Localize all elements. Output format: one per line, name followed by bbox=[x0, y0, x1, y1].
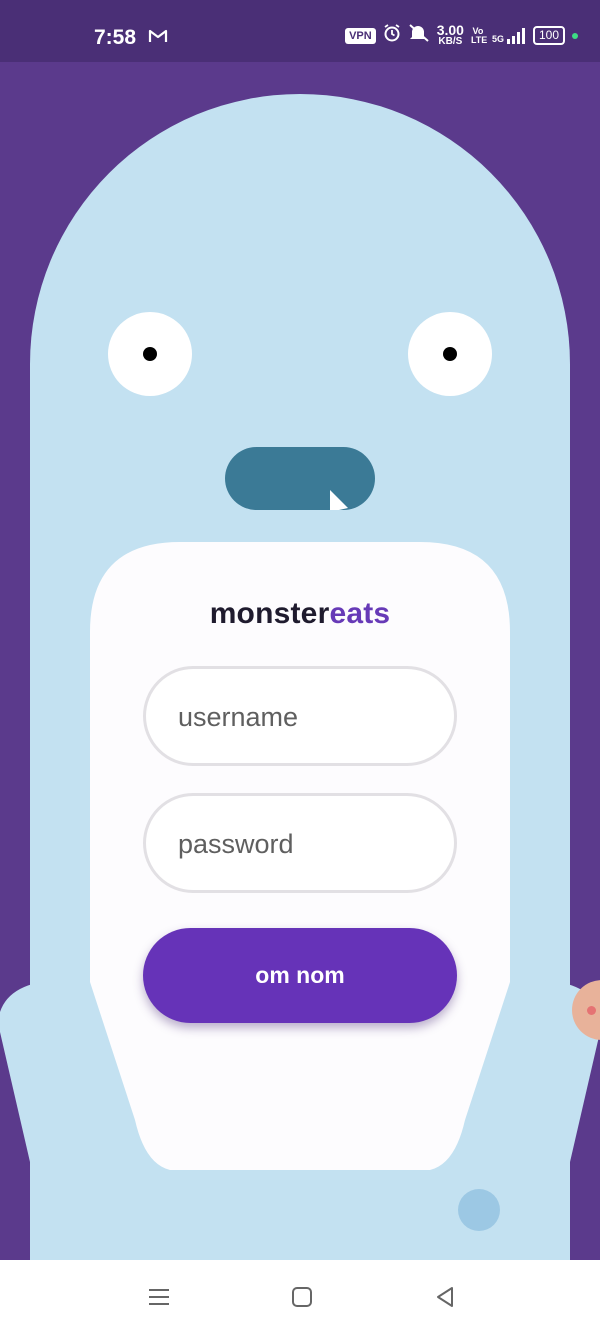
speed-unit: KB/S bbox=[438, 36, 463, 47]
status-time: 7:58 bbox=[94, 26, 137, 49]
privacy-dot bbox=[572, 32, 578, 39]
monster-left-eye bbox=[108, 312, 192, 396]
username-input[interactable] bbox=[176, 669, 430, 765]
signal-icon: 5G bbox=[491, 27, 526, 44]
gmail-icon bbox=[148, 28, 168, 49]
menu-icon[interactable] bbox=[144, 1282, 174, 1312]
mute-icon bbox=[408, 24, 430, 47]
network-speed: 3.00 KB/S bbox=[437, 23, 464, 47]
monster-right-eye bbox=[408, 312, 492, 396]
vpn-badge: VPN bbox=[345, 27, 376, 44]
home-icon[interactable] bbox=[287, 1282, 317, 1312]
status-bar: 7:58 VPN 3.00 KB/S Vo LTE 5G 100 bbox=[0, 0, 600, 62]
floating-bubble[interactable] bbox=[458, 1189, 500, 1231]
network-type: 5G bbox=[491, 33, 504, 44]
left-pupil bbox=[143, 347, 157, 361]
login-card: monstereats om nom bbox=[90, 542, 510, 1172]
status-icons: VPN 3.00 KB/S Vo LTE 5G 100 bbox=[345, 23, 578, 47]
alarm-icon bbox=[383, 24, 401, 47]
record-dot bbox=[587, 1006, 596, 1015]
brand-part-eats: eats bbox=[329, 597, 391, 630]
login-screen: monstereats om nom bbox=[0, 62, 600, 1260]
password-field[interactable] bbox=[143, 793, 457, 893]
cursor-icon bbox=[330, 490, 348, 510]
password-input[interactable] bbox=[176, 796, 430, 892]
right-pupil bbox=[443, 347, 457, 361]
brand-logo: monstereats bbox=[90, 597, 510, 631]
system-nav-bar bbox=[0, 1260, 600, 1333]
battery-icon: 100 bbox=[532, 26, 565, 45]
monster-mouth bbox=[225, 447, 375, 510]
back-icon[interactable] bbox=[430, 1282, 460, 1312]
username-field[interactable] bbox=[143, 666, 457, 766]
submit-button[interactable]: om nom bbox=[143, 928, 457, 1023]
brand-part-monster: monster bbox=[209, 597, 330, 630]
volte-tag: Vo LTE bbox=[470, 25, 488, 45]
